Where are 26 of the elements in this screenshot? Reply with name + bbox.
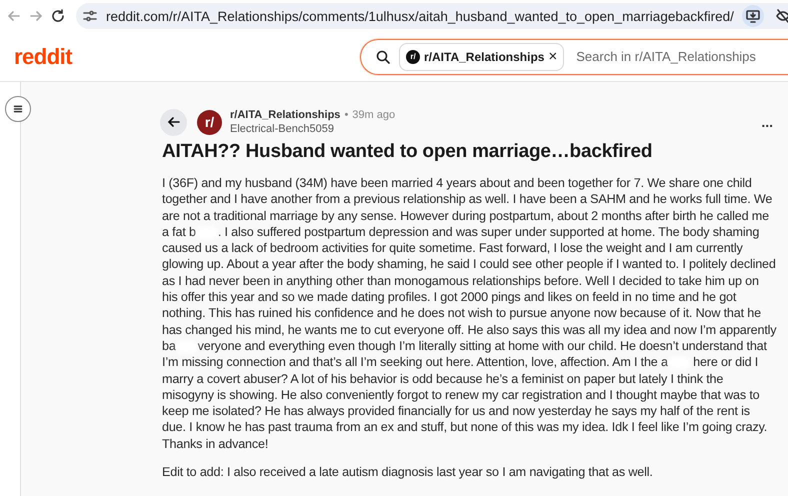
back-arrow-icon <box>6 8 22 24</box>
author-name[interactable]: Electrical-Bench5059 <box>230 122 750 136</box>
subreddit-name[interactable]: r/AITA_Relationships <box>230 108 340 122</box>
address-bar[interactable]: reddit.com/r/AITA_Relationships/comments/1ulhusx/aitah_husband_wanted_to_open_marriagebackfired/ <box>76 3 788 29</box>
forward-arrow-icon <box>28 8 44 24</box>
subreddit-chip[interactable]: r/ r/AITA_Relationships × <box>399 42 564 70</box>
post-title: AITAH?? Husband wanted to open marriage…backfired <box>162 141 654 163</box>
eye-slash-icon <box>774 8 788 24</box>
back-button[interactable] <box>160 108 187 136</box>
subreddit-chip-label: r/AITA_Relationships <box>424 50 544 64</box>
back-arrow-icon <box>166 114 182 130</box>
install-app-button[interactable] <box>742 5 764 27</box>
post-paragraph: Edit to add: I also received a late autism diagnosis last year so I am navigating that as well. <box>162 464 654 480</box>
reload-icon <box>50 8 66 24</box>
subreddit-avatar[interactable]: r/ <box>197 110 222 134</box>
post-time: 39m ago <box>352 108 396 122</box>
search-icon <box>375 48 391 64</box>
monitor-download-icon <box>744 8 761 24</box>
url-text: reddit.com/r/AITA_Relationships/comments/1ulhusx/aitah_husband_wanted_to_open_marriagebackfired/ <box>106 8 734 24</box>
subreddit-chip-icon: r/ <box>406 50 420 64</box>
post-paragraph: I (36F) and my husband (34M) have been married 4 years about and been together for 7. We share one child together and I have another from a previous relationship as well. I have been a SAHM and he works full time. We are not a traditional marriage by any sense. However during postpartum, about 2 months after birth he called me a fat b . I also suffered postpartum depression and was super under supported at home. The body shaming caused us a lack of bedroom activities for quite sometime. Fast forward, I lose the weight and I am currently glowing up. About a year after the body shaming, he said I could see other people if I wanted to. I politely declined as I had never been in anything other than monogamous relationships before. Well I decided to take him up on his offer this year and so we made dating profiles. I got 2000 pings and likes on feeld in no time and he got nothing. This has ruined his confidence and he does not wish to pursue anyone now because of it. Now that he has changed his mind, he wants me to cut everyone off. He also says this was all my idea and now I’m apparently ba veryone and everything even though I’m literally sitting at home with our child. He doesn’t understand that I’m missing connection and that’s all I’m seeking out here. Attention, love, affection. Am I the a here or did I marry a covert abuser? A lot of his behavior is odd because he’s a feminist on paper but lately I think the misogyny is showing. He also conveniently forgot to renew my car registration and I thought maybe that was to keep me isolated? He has always provided financially for us and now yesterday he says my half of the rent is due. I know he has past trauma from an ex and stuff, but none of this was my idea. Idk I feel like I’m going crazy. Thanks in advance! <box>162 175 777 452</box>
tune-icon <box>82 8 98 24</box>
more-options-button[interactable]: ... <box>757 114 777 130</box>
search-field[interactable]: r/ r/AITA_Relationships × Search in r/AITA_Relationships <box>360 38 788 74</box>
separator-dot: • <box>344 108 348 122</box>
remove-chip-button[interactable]: × <box>548 49 558 64</box>
